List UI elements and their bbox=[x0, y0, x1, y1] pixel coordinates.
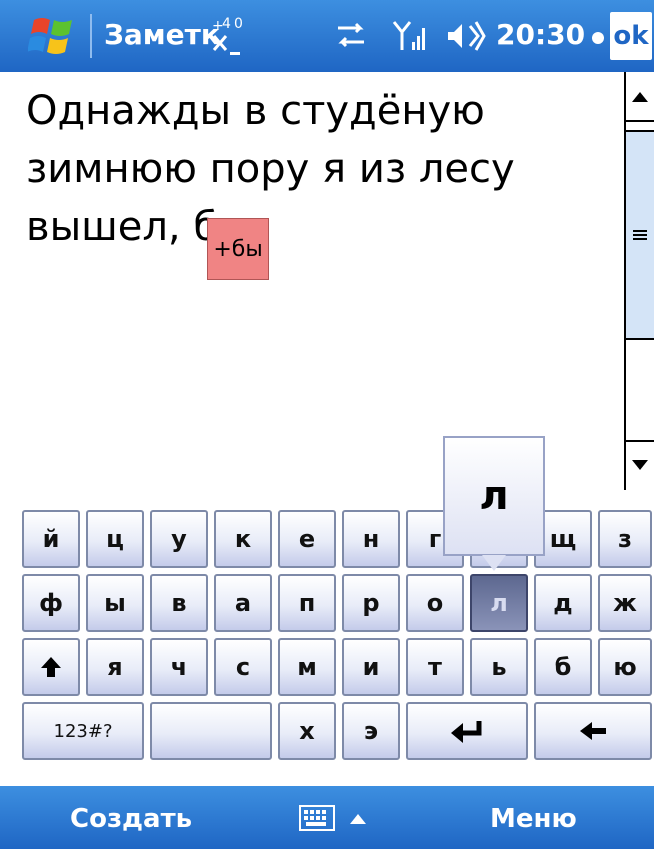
input-method-icon[interactable]: + 4 0 bbox=[208, 8, 254, 64]
key[interactable]: е bbox=[278, 510, 336, 568]
key[interactable]: у bbox=[150, 510, 208, 568]
sync-icon[interactable] bbox=[332, 18, 370, 54]
new-softkey[interactable]: Создать bbox=[70, 804, 192, 834]
title-bar: Заметк + 4 0 20:30 ok bbox=[0, 0, 654, 72]
windows-start-icon[interactable] bbox=[28, 12, 80, 60]
note-text-area[interactable]: Однажды в студёную зимнюю пору я из лесу… bbox=[26, 82, 616, 256]
key-pressed[interactable]: л bbox=[470, 574, 528, 632]
note-line: вышел, бы bbox=[26, 204, 250, 250]
key[interactable]: к bbox=[214, 510, 272, 568]
key[interactable]: ь bbox=[470, 638, 528, 696]
key[interactable]: ч bbox=[150, 638, 208, 696]
key[interactable]: д bbox=[534, 574, 592, 632]
numbers-symbols-key[interactable]: 123#? bbox=[22, 702, 144, 760]
app-title: Заметк bbox=[104, 18, 220, 51]
ok-button[interactable]: ok bbox=[610, 12, 652, 60]
arrow-down-icon bbox=[632, 460, 648, 470]
backspace-arrow-icon bbox=[580, 722, 606, 740]
key[interactable]: ж bbox=[598, 574, 652, 632]
grip-icon bbox=[633, 230, 647, 240]
backspace-key[interactable] bbox=[534, 702, 652, 760]
key[interactable]: э bbox=[342, 702, 400, 760]
key-preview-tail bbox=[482, 555, 506, 571]
key[interactable]: ы bbox=[86, 574, 144, 632]
key[interactable]: н bbox=[342, 510, 400, 568]
key[interactable]: я bbox=[86, 638, 144, 696]
enter-arrow-icon bbox=[451, 721, 482, 743]
onscreen-keyboard: й ц у к е н г щ з ф ы в а п р о л д ж я … bbox=[0, 500, 654, 782]
key-preview-popup: л bbox=[443, 436, 545, 556]
svg-text:4: 4 bbox=[222, 16, 231, 32]
key[interactable]: р bbox=[342, 574, 400, 632]
volume-icon[interactable] bbox=[446, 18, 486, 54]
note-line: зимнюю пору я из лесу bbox=[26, 146, 515, 192]
key[interactable]: п bbox=[278, 574, 336, 632]
notification-dot bbox=[592, 32, 604, 44]
note-line: Однажды в студёную bbox=[26, 88, 485, 134]
scroll-down-button[interactable] bbox=[626, 440, 654, 490]
arrow-up-icon bbox=[632, 92, 648, 102]
menu-softkey[interactable]: Меню bbox=[490, 804, 577, 834]
clock[interactable]: 20:30 bbox=[496, 18, 585, 51]
key[interactable]: й bbox=[22, 510, 80, 568]
key[interactable]: ц bbox=[86, 510, 144, 568]
signal-icon[interactable] bbox=[392, 18, 428, 54]
shift-key[interactable] bbox=[22, 638, 80, 696]
key[interactable]: ф bbox=[22, 574, 80, 632]
vertical-scrollbar[interactable] bbox=[624, 72, 654, 490]
key[interactable]: и bbox=[342, 638, 400, 696]
key[interactable]: в bbox=[150, 574, 208, 632]
enter-key[interactable] bbox=[406, 702, 528, 760]
key[interactable]: х bbox=[278, 702, 336, 760]
key[interactable]: з bbox=[598, 510, 652, 568]
svg-text:0: 0 bbox=[234, 16, 243, 32]
key[interactable]: а bbox=[214, 574, 272, 632]
scroll-thumb[interactable] bbox=[626, 130, 654, 340]
key[interactable]: о bbox=[406, 574, 464, 632]
title-separator bbox=[90, 14, 92, 58]
soft-key-bar: Создать Меню bbox=[0, 786, 654, 849]
key[interactable]: ю bbox=[598, 638, 652, 696]
scroll-up-button[interactable] bbox=[626, 72, 654, 122]
word-suggestion-tooltip[interactable]: +бы bbox=[207, 218, 269, 280]
space-key[interactable] bbox=[150, 702, 272, 760]
key[interactable]: т bbox=[406, 638, 464, 696]
key[interactable]: б bbox=[534, 638, 592, 696]
key[interactable]: м bbox=[278, 638, 336, 696]
key[interactable]: с bbox=[214, 638, 272, 696]
keyboard-toggle-icon[interactable] bbox=[298, 800, 388, 836]
shift-arrow-icon bbox=[41, 657, 61, 677]
